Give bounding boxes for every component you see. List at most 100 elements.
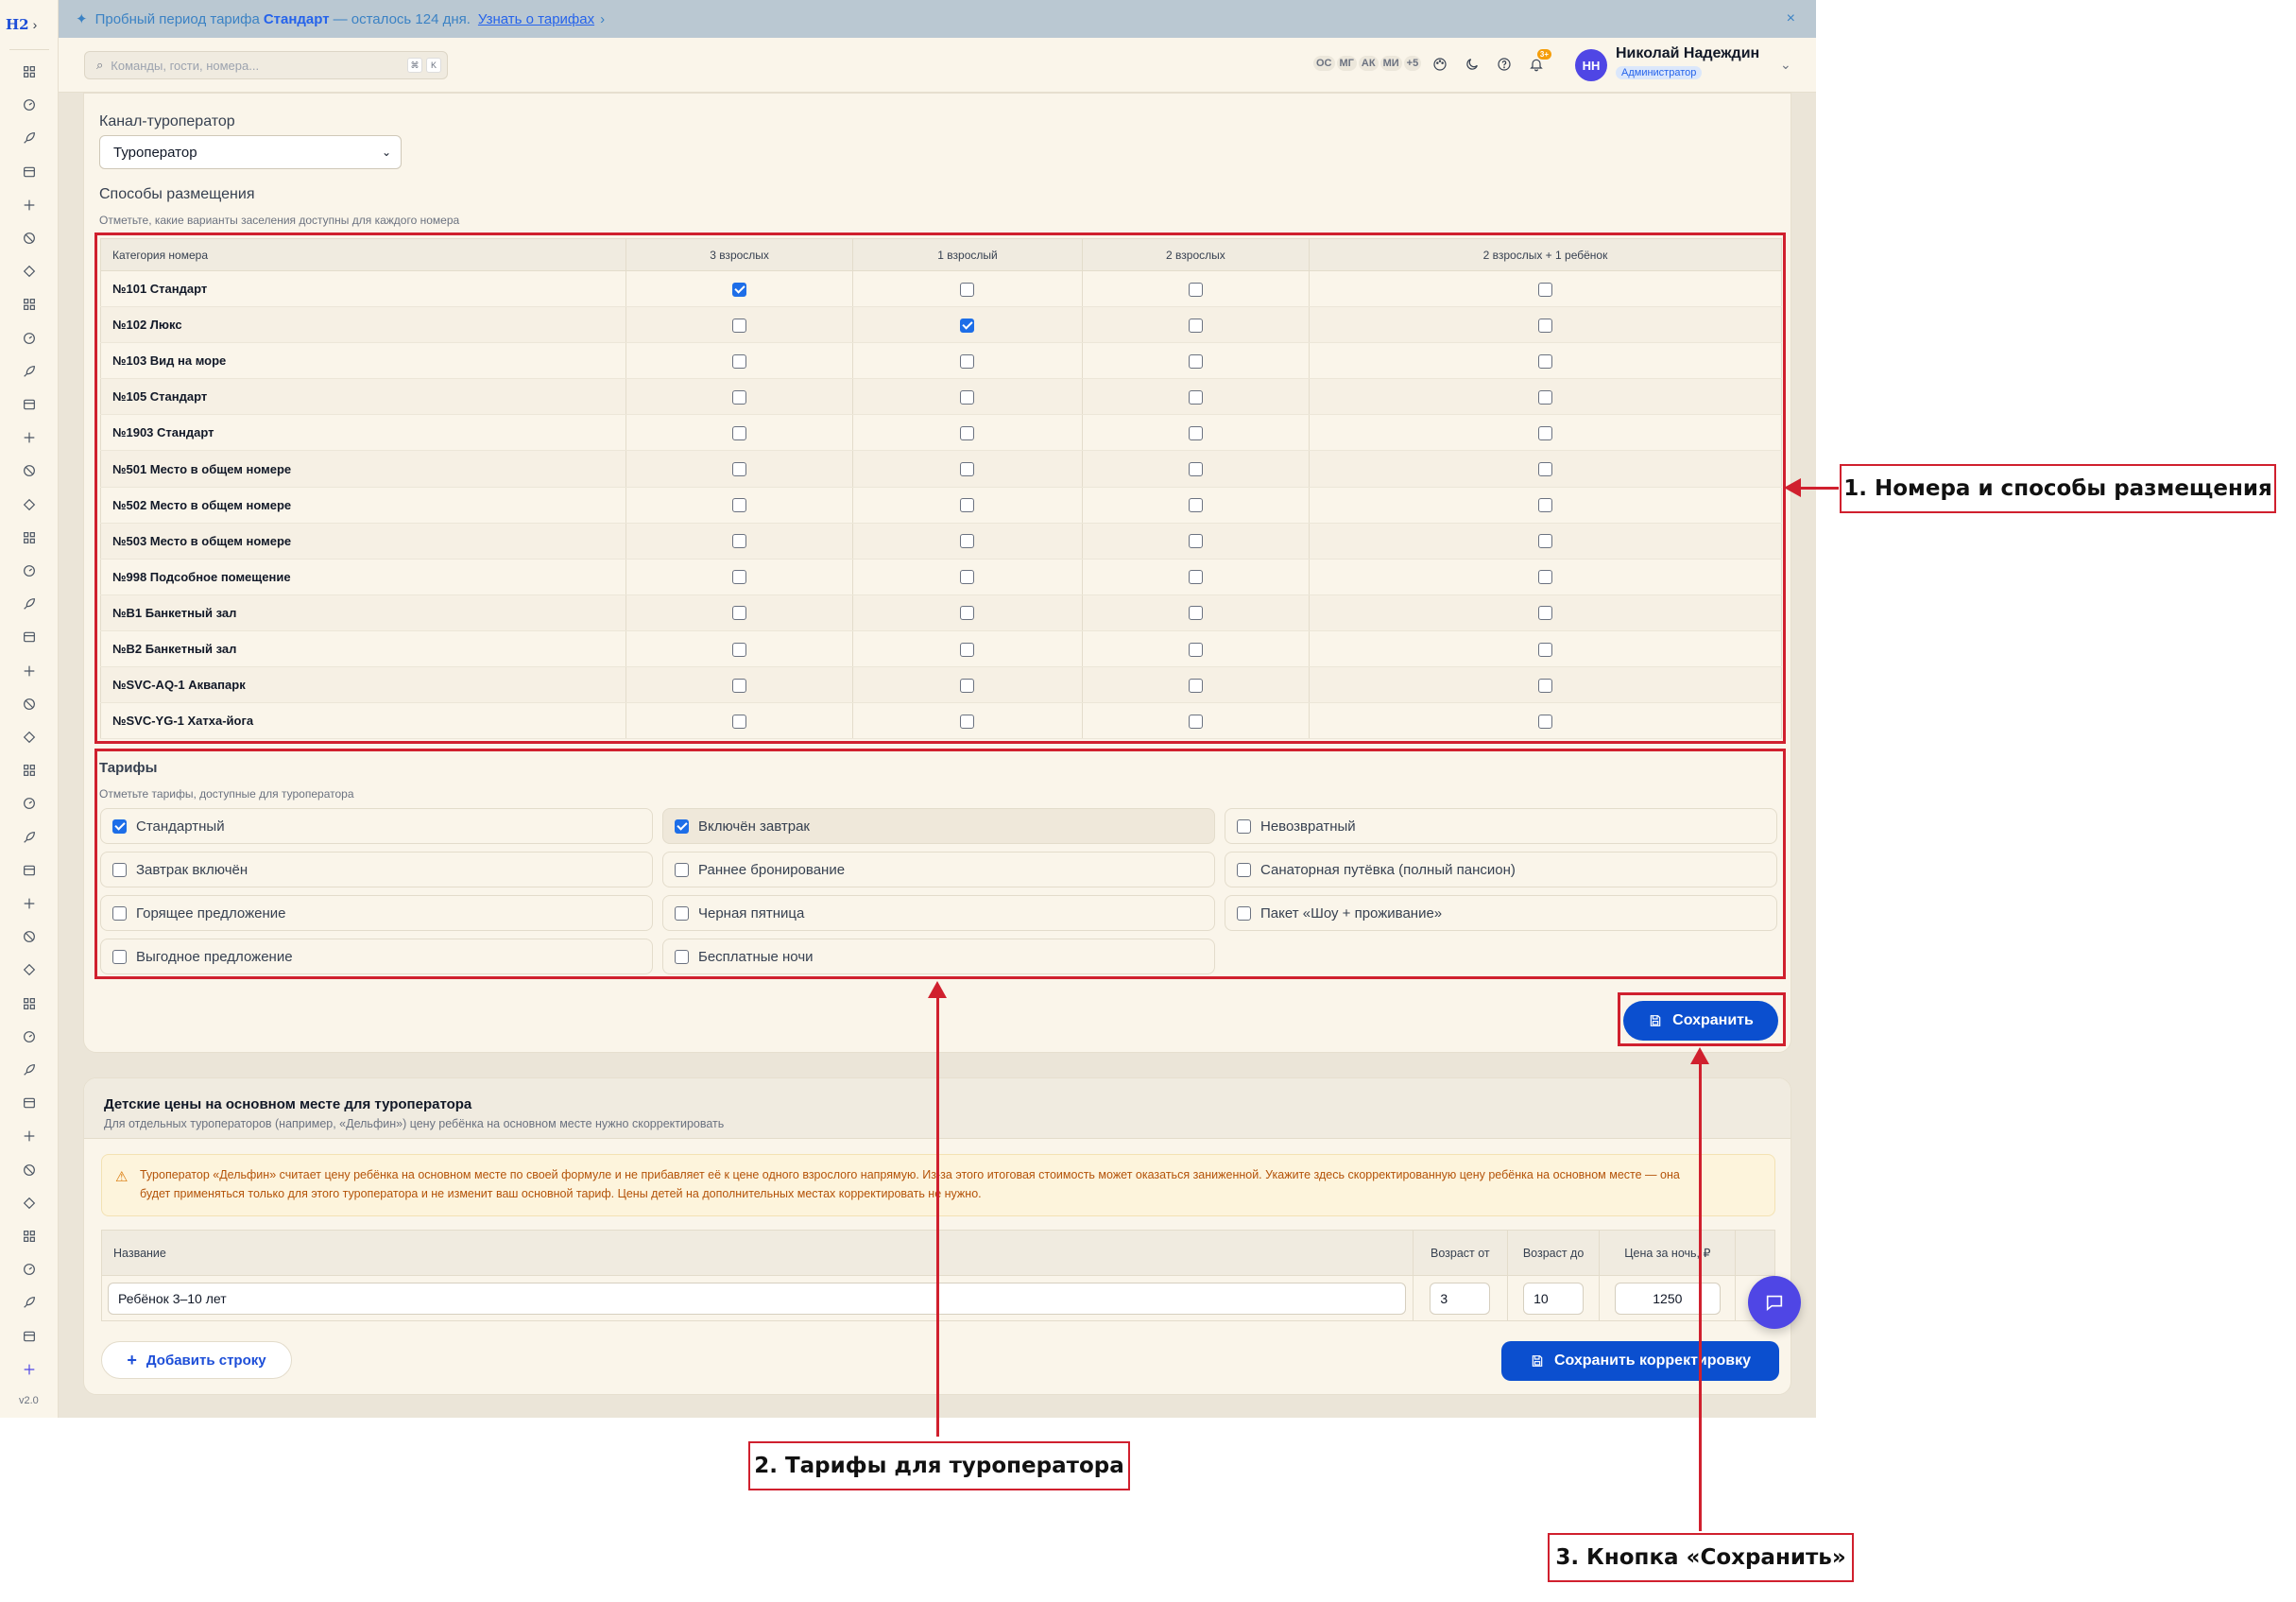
search-input[interactable]: ⌕ Команды, гости, номера... ⌘ K	[84, 51, 448, 79]
tariff-option[interactable]: Выгодное предложение	[100, 939, 653, 974]
tariff-option[interactable]: Включён завтрак	[662, 808, 1215, 844]
tag-icon[interactable]	[20, 561, 39, 580]
tariff-option[interactable]: Стандартный	[100, 808, 653, 844]
placement-checkbox[interactable]	[1537, 462, 1552, 477]
placement-checkbox[interactable]	[732, 498, 747, 513]
banner-link[interactable]: Узнать о тарифах	[478, 11, 594, 27]
bell-icon[interactable]: 3+	[1525, 49, 1551, 76]
placement-checkbox[interactable]	[1188, 282, 1203, 297]
bell-service-icon[interactable]	[20, 196, 39, 215]
building2-icon[interactable]	[20, 1027, 39, 1046]
placement-checkbox[interactable]	[960, 678, 975, 693]
placement-checkbox[interactable]	[960, 389, 975, 405]
sparkle-icon[interactable]	[20, 329, 39, 348]
rocket-icon[interactable]	[20, 129, 39, 147]
help-icon[interactable]	[1493, 53, 1516, 76]
placement-checkbox[interactable]	[1537, 425, 1552, 440]
placement-checkbox[interactable]	[1537, 534, 1552, 549]
users-icon[interactable]	[20, 927, 39, 946]
table-icon[interactable]	[20, 229, 39, 248]
building3-icon[interactable]	[20, 1060, 39, 1079]
placement-checkbox[interactable]	[732, 282, 747, 297]
gift-icon[interactable]	[20, 1327, 39, 1346]
add-row-button[interactable]: + Добавить строку	[101, 1341, 292, 1379]
placement-checkbox[interactable]	[1537, 498, 1552, 513]
pie-icon[interactable]	[20, 994, 39, 1013]
placement-checkbox[interactable]	[960, 498, 975, 513]
phone-icon[interactable]	[20, 828, 39, 847]
child-name-input[interactable]: Ребёнок 3–10 лет	[108, 1282, 1406, 1315]
presence-avatars[interactable]: ОС МГ АК МИ +5	[1313, 56, 1422, 71]
tariff-checkbox[interactable]	[675, 818, 689, 834]
placement-checkbox[interactable]	[732, 642, 747, 657]
moon-icon[interactable]	[1461, 53, 1483, 76]
dollar-doc-icon[interactable]	[20, 428, 39, 447]
placement-checkbox[interactable]	[732, 534, 747, 549]
placement-checkbox[interactable]	[960, 606, 975, 621]
placement-checkbox[interactable]	[1537, 678, 1552, 693]
placement-checkbox[interactable]	[1537, 570, 1552, 585]
placement-checkbox[interactable]	[732, 462, 747, 477]
bell2-icon[interactable]	[20, 594, 39, 613]
tariff-checkbox[interactable]	[112, 905, 127, 921]
placement-checkbox[interactable]	[1188, 678, 1203, 693]
calendar-icon[interactable]	[20, 861, 39, 880]
users2-icon[interactable]	[20, 960, 39, 979]
chevron-down-icon[interactable]: ⌄	[1780, 57, 1791, 73]
tariff-option[interactable]: Невозвратный	[1225, 808, 1777, 844]
phone-call-icon[interactable]	[20, 1260, 39, 1279]
placement-checkbox[interactable]	[1188, 714, 1203, 729]
placement-checkbox[interactable]	[732, 425, 747, 440]
user-name[interactable]: Николай Надеждин	[1616, 45, 1759, 62]
tariff-checkbox[interactable]	[675, 949, 689, 964]
age-from-input[interactable]: 3	[1430, 1282, 1491, 1315]
tariff-checkbox[interactable]	[1237, 818, 1251, 834]
placement-checkbox[interactable]	[1188, 318, 1203, 333]
tariff-checkbox[interactable]	[112, 862, 127, 877]
tariff-option[interactable]: Черная пятница	[662, 895, 1215, 931]
clock-icon[interactable]	[20, 761, 39, 780]
placement-checkbox[interactable]	[1537, 606, 1552, 621]
clipboard-icon[interactable]	[20, 262, 39, 281]
placement-checkbox[interactable]	[732, 606, 747, 621]
megaphone-icon[interactable]	[20, 1360, 39, 1379]
placement-checkbox[interactable]	[732, 318, 747, 333]
tariff-checkbox[interactable]	[1237, 862, 1251, 877]
grid-icon[interactable]	[20, 62, 39, 81]
placement-checkbox[interactable]	[1537, 714, 1552, 729]
tariff-option[interactable]: Завтрак включён	[100, 852, 653, 887]
building-icon[interactable]	[20, 295, 39, 314]
avatar[interactable]: НН	[1575, 49, 1607, 81]
ban-icon[interactable]	[20, 528, 39, 547]
chat-button[interactable]	[1748, 1276, 1801, 1329]
chart-bar-icon[interactable]	[20, 894, 39, 913]
shield-icon[interactable]	[20, 662, 39, 680]
card2-icon[interactable]	[20, 495, 39, 514]
placement-checkbox[interactable]	[960, 570, 975, 585]
alarm-icon[interactable]	[20, 628, 39, 646]
dashboard-icon[interactable]	[20, 95, 39, 114]
user-gear-icon[interactable]	[20, 1194, 39, 1213]
placement-checkbox[interactable]	[1188, 425, 1203, 440]
placement-checkbox[interactable]	[1188, 389, 1203, 405]
placement-checkbox[interactable]	[960, 353, 975, 369]
placement-checkbox[interactable]	[1537, 389, 1552, 405]
placement-checkbox[interactable]	[1188, 642, 1203, 657]
placement-checkbox[interactable]	[960, 425, 975, 440]
tariff-option[interactable]: Раннее бронирование	[662, 852, 1215, 887]
placement-checkbox[interactable]	[1537, 353, 1552, 369]
placement-checkbox[interactable]	[960, 282, 975, 297]
file-icon[interactable]	[20, 362, 39, 381]
award-icon[interactable]	[20, 1293, 39, 1312]
tariff-option[interactable]: Горящее предложение	[100, 895, 653, 931]
price-input[interactable]: 1250	[1614, 1282, 1721, 1315]
channel-select[interactable]: Туроператор ⌄	[99, 135, 402, 169]
placement-checkbox[interactable]	[960, 714, 975, 729]
save-button[interactable]: Сохранить	[1623, 1001, 1778, 1041]
placement-checkbox[interactable]	[1188, 534, 1203, 549]
palette-icon[interactable]	[1429, 53, 1451, 76]
sparkle2-icon[interactable]	[20, 695, 39, 714]
tariff-checkbox[interactable]	[675, 905, 689, 921]
placement-checkbox[interactable]	[732, 678, 747, 693]
money-icon[interactable]	[20, 1127, 39, 1146]
